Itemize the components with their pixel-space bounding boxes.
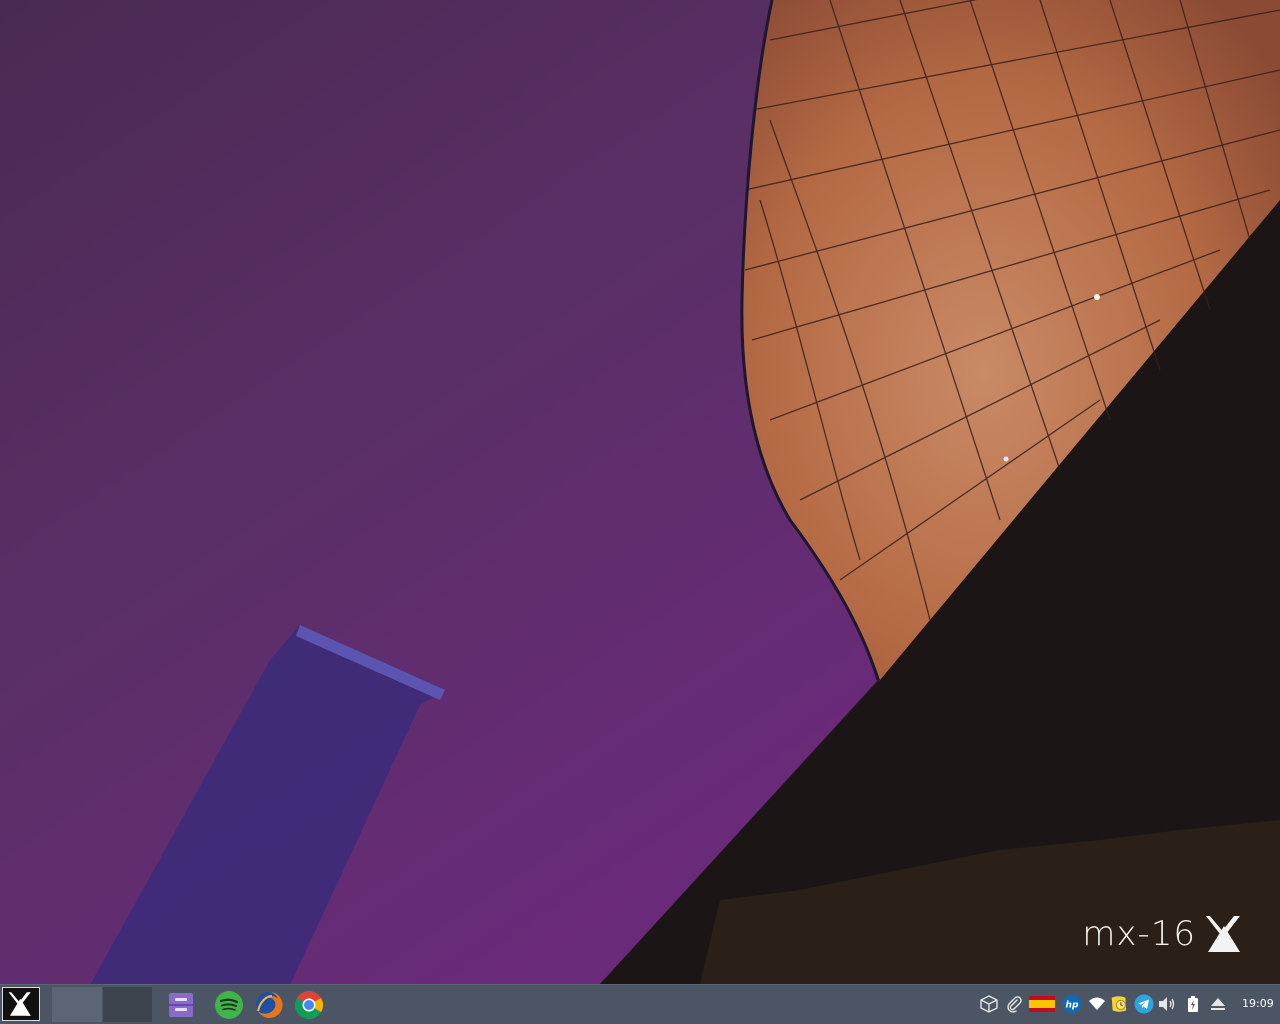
workspace-2-button[interactable] [103,987,152,1022]
network-tray[interactable] [1087,994,1107,1014]
firefox-launcher[interactable] [253,989,285,1021]
eject-icon [1211,998,1225,1010]
file-manager-launcher[interactable] [165,989,197,1021]
hp-printer-icon: hp [1062,994,1082,1014]
clock[interactable]: 19:09 [1242,997,1274,1010]
svg-text:hp: hp [1066,1001,1079,1011]
wifi-icon [1089,997,1105,1010]
spain-flag-icon [1029,996,1055,1012]
chrome-icon [294,991,323,1020]
file-manager-icon [169,993,193,1017]
clipboard-tray[interactable] [1109,994,1129,1014]
power-tray[interactable] [1183,994,1203,1014]
mx-logo-icon [8,992,31,1016]
volume-icon [1159,997,1175,1011]
telegram-icon [1134,994,1154,1014]
removable-media-tray[interactable] [1208,994,1228,1014]
desktop: mx-16 [0,0,1280,984]
mx-logo-icon [1206,916,1240,952]
battery-icon [1188,996,1198,1012]
firefox-icon [256,991,283,1018]
chrome-launcher[interactable] [293,989,325,1021]
keyboard-layout-tray[interactable] [1029,994,1055,1014]
spotify-launcher[interactable] [213,989,245,1021]
watermark-text: mx-16 [1082,914,1196,954]
mx-watermark: mx-16 [1082,914,1246,954]
package-manager-tray[interactable] [979,994,999,1014]
volume-tray[interactable] [1157,994,1177,1014]
attachment-tray[interactable] [1004,994,1024,1014]
wallpaper [0,0,1280,984]
start-menu-button[interactable] [2,987,40,1021]
hp-printer-tray[interactable]: hp [1062,994,1082,1014]
telegram-tray[interactable] [1134,994,1154,1014]
paperclip-icon [1007,996,1022,1013]
clipboard-note-icon [1111,996,1127,1012]
spotify-icon [215,991,243,1019]
package-box-icon [980,995,998,1013]
workspace-1-button[interactable] [52,987,102,1022]
taskbar-panel: hp 19:09 [0,984,1280,1024]
